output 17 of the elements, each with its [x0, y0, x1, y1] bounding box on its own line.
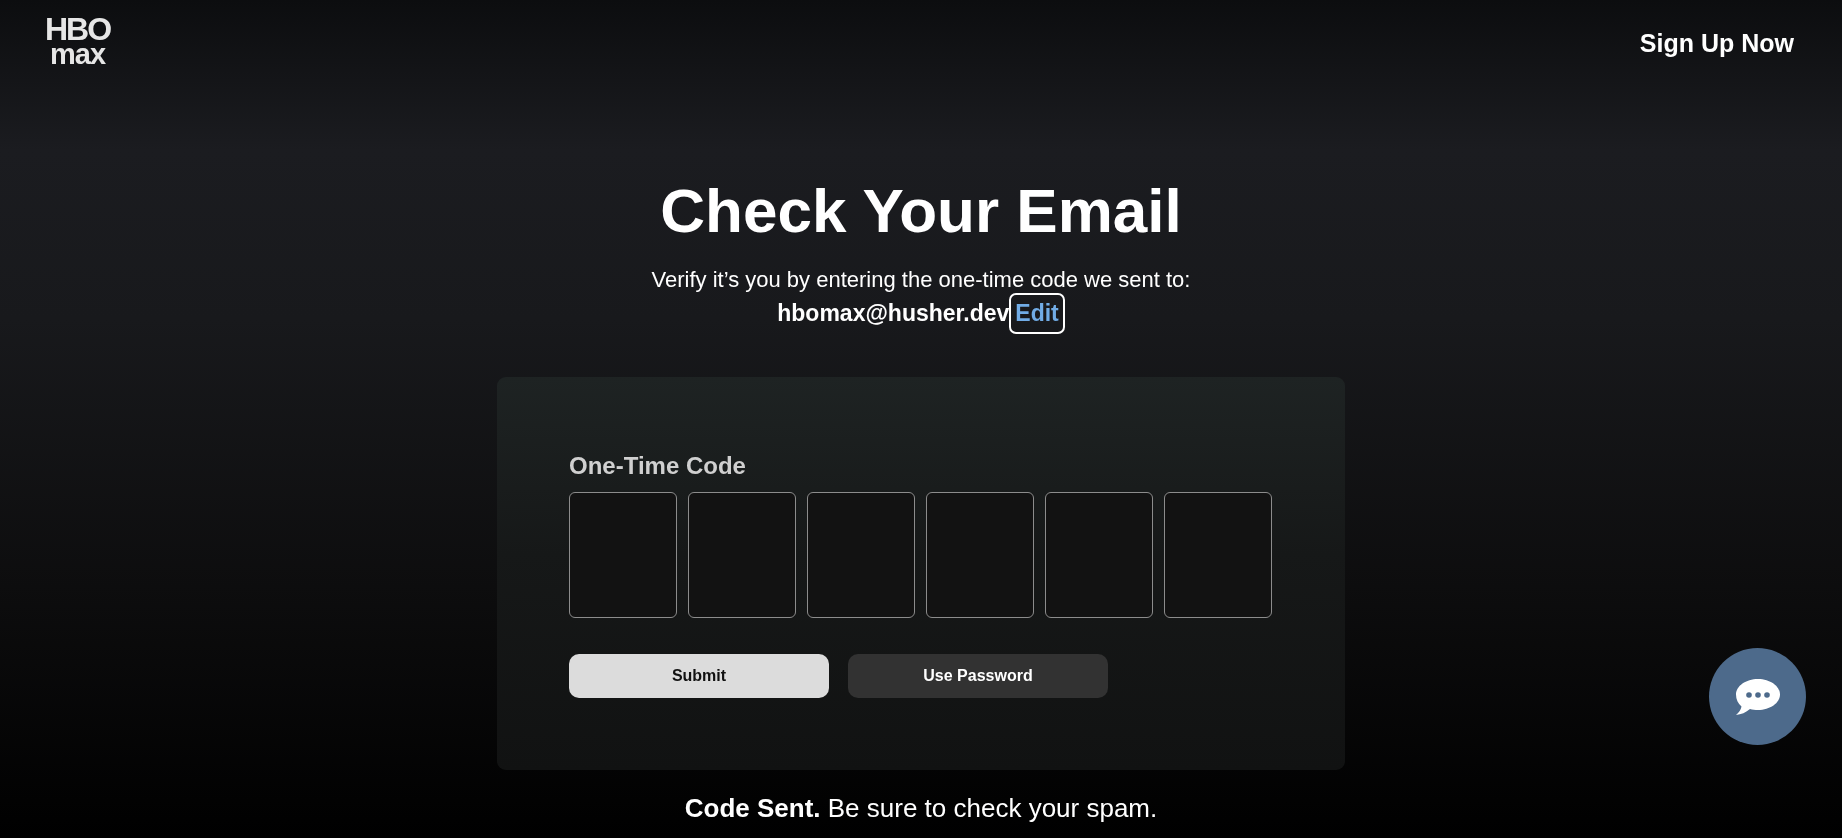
submit-button[interactable]: Submit	[569, 654, 829, 698]
sign-up-link[interactable]: Sign Up Now	[1639, 29, 1794, 58]
code-input[interactable]	[1045, 492, 1153, 618]
code-input[interactable]	[569, 492, 677, 618]
code-input[interactable]	[1164, 492, 1272, 618]
edit-link[interactable]: Edit	[1009, 292, 1065, 334]
status-message: Code Sent. Be sure to check your spam.	[684, 792, 1158, 824]
chat-bubble-icon	[1734, 677, 1781, 716]
code-label: One-Time Code	[569, 451, 747, 480]
password-button[interactable]: Use Password	[848, 654, 1108, 698]
subtitle: Verify it’s you by entering the one-time code we sent to:	[651, 267, 1191, 293]
logo[interactable]: HBO max	[45, 17, 111, 66]
code-input[interactable]	[688, 492, 796, 618]
code-input[interactable]	[807, 492, 915, 618]
code-input[interactable]	[926, 492, 1034, 618]
page-title: Check Your Email	[660, 175, 1182, 247]
email-address: hbomax@husher.dev	[777, 299, 1010, 327]
